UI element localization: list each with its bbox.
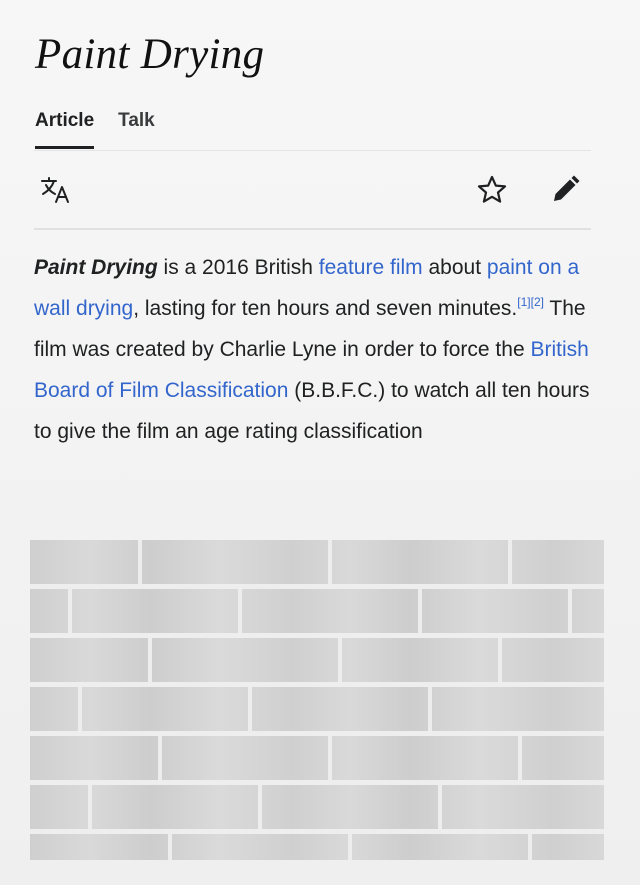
lead-title: Paint Drying — [34, 256, 158, 279]
lead-text-1: is a 2016 British — [157, 256, 319, 279]
article-tabs: Article Talk — [35, 110, 155, 149]
translate-icon — [39, 175, 73, 210]
lead-text-3: , lasting for ten hours and seven minute… — [133, 297, 518, 320]
article-image-brick-wall[interactable] — [30, 540, 604, 860]
tab-article[interactable]: Article — [35, 110, 95, 149]
star-icon — [476, 174, 508, 211]
reference-2[interactable]: [2] — [531, 295, 544, 309]
lead-text-2: about — [422, 256, 487, 279]
watch-star-button[interactable] — [474, 174, 510, 210]
tabs-divider — [34, 150, 591, 151]
article-lead: Paint Drying is a 2016 British feature f… — [34, 247, 594, 452]
tab-talk[interactable]: Talk — [118, 110, 155, 149]
toolbar-divider — [34, 228, 591, 230]
lead-paragraph: Paint Drying is a 2016 British feature f… — [34, 247, 594, 452]
page-actions-toolbar — [34, 160, 591, 226]
link-feature-film[interactable]: feature film — [319, 256, 423, 279]
brick-wall-pattern — [68, 540, 572, 860]
edit-icon — [549, 174, 581, 211]
language-button[interactable] — [38, 174, 74, 210]
reference-1[interactable]: [1] — [517, 295, 530, 309]
article-page: Paint Drying Article Talk Paint Drying i… — [0, 0, 640, 885]
page-title: Paint Drying — [35, 31, 265, 78]
edit-button[interactable] — [547, 174, 583, 210]
